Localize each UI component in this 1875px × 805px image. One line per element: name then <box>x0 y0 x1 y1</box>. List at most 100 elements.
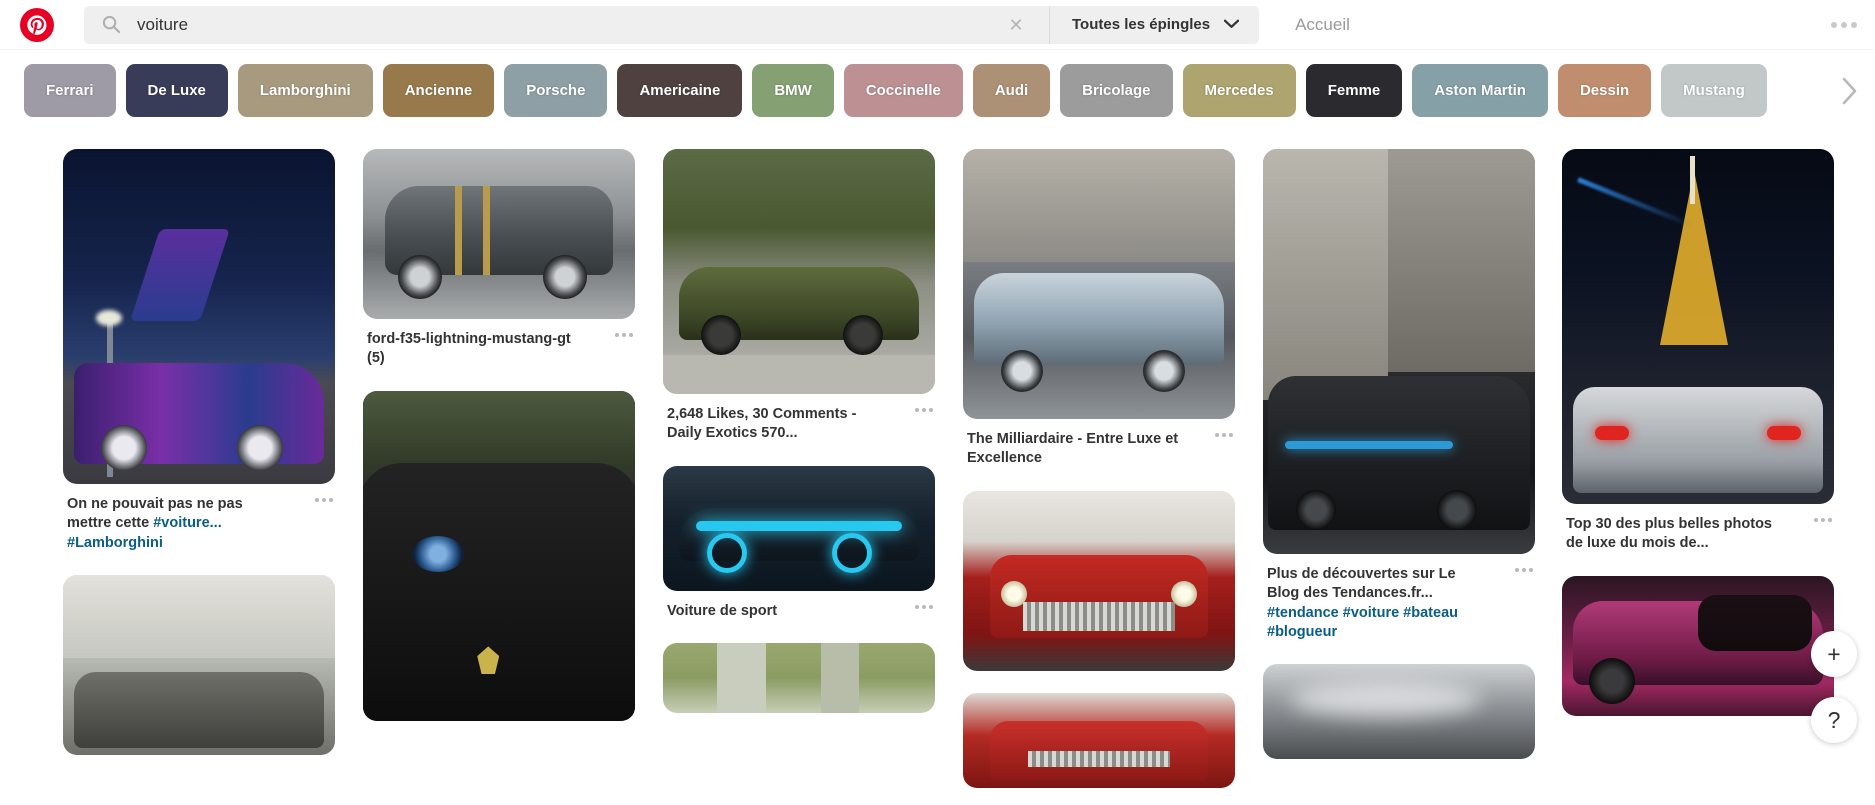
pin-image-galaxy-lamborghini[interactable] <box>63 149 335 484</box>
filter-chip-femme[interactable]: Femme <box>1305 64 1403 117</box>
pin-image-chrome-lamborghini-street[interactable] <box>963 149 1235 419</box>
pin-card[interactable] <box>363 390 635 721</box>
pin-caption-text[interactable]: Voiture de sport <box>667 602 889 621</box>
pin-overflow-icon[interactable] <box>1515 568 1533 572</box>
filter-chip-row[interactable]: Ferrari De Luxe Lamborghini Ancienne Porsche… <box>24 64 1767 117</box>
pin-card[interactable] <box>1263 664 1535 760</box>
filter-chip-mercedes[interactable]: Mercedes <box>1182 64 1296 117</box>
dot <box>915 604 919 609</box>
pin-caption: Top 30 des plus belles photos de luxe du… <box>1562 504 1834 554</box>
dot <box>1851 21 1857 28</box>
pin-image-ford-mustang-gt[interactable] <box>363 149 635 319</box>
pin-card[interactable] <box>963 692 1235 788</box>
pin-image-white-building-car[interactable] <box>63 574 335 755</box>
chevron-down-icon <box>1223 16 1240 33</box>
pin-image-aerial-street-view[interactable] <box>663 642 935 713</box>
filter-chip-porsche[interactable]: Porsche <box>504 64 608 117</box>
pin-image-red-classic-cadillac[interactable] <box>963 490 1235 671</box>
all-pins-dropdown[interactable]: Toutes les épingles <box>1049 5 1260 44</box>
pin-image-eiffel-tower-lamborghini[interactable] <box>1562 149 1834 504</box>
pin-overflow-icon[interactable] <box>1814 518 1832 522</box>
filter-chip-label: Porsche <box>526 82 586 99</box>
pin-column-6: Top 30 des plus belles photos de luxe du… <box>1562 149 1834 738</box>
pin-overflow-icon[interactable] <box>1215 433 1233 437</box>
dot <box>922 604 926 609</box>
pin-card[interactable] <box>963 490 1235 671</box>
filter-chip-label: Dessin <box>1579 82 1630 99</box>
clear-search-icon[interactable]: ✕ <box>1007 16 1025 34</box>
filter-chip-americaine[interactable]: Americaine <box>617 64 743 117</box>
pinterest-logo-icon[interactable] <box>20 7 54 42</box>
dot <box>1229 433 1233 437</box>
filter-chip-label: Mustang <box>1683 82 1745 99</box>
pin-caption-text[interactable]: Plus de découvertes sur Le Blog des Tend… <box>1267 565 1489 642</box>
pin-image-blue-neon-sports-car[interactable] <box>663 465 935 591</box>
pin-card[interactable] <box>1562 575 1834 716</box>
overflow-menu-icon[interactable] <box>1831 21 1857 28</box>
dot <box>929 604 933 609</box>
pin-caption: ford-f35-lightning-mustang-gt (5) <box>363 319 635 369</box>
pin-card[interactable]: The Milliardaire - Entre Luxe et Excelle… <box>963 149 1235 469</box>
pin-overflow-icon[interactable] <box>615 333 633 337</box>
pin-card[interactable] <box>663 642 935 713</box>
pin-caption-text[interactable]: The Milliardaire - Entre Luxe et Excelle… <box>967 430 1189 469</box>
chips-next-arrow-icon[interactable] <box>1829 64 1869 117</box>
all-pins-label: Toutes les épingles <box>1072 16 1211 33</box>
filter-chip-coccinelle[interactable]: Coccinelle <box>843 64 963 117</box>
pin-caption-text[interactable]: ford-f35-lightning-mustang-gt (5) <box>367 330 589 369</box>
pin-caption: 2,648 Likes, 30 Comments - Daily Exotics… <box>663 394 935 444</box>
search-box[interactable] <box>84 5 1049 44</box>
dot <box>629 333 633 337</box>
dot <box>622 333 626 337</box>
help-button[interactable]: ? <box>1811 697 1857 743</box>
pin-image-black-audi-r8-street[interactable] <box>1263 149 1535 554</box>
pin-overflow-icon[interactable] <box>915 604 933 609</box>
pin-caption-text[interactable]: On ne pouvait pas ne pas mettre cette #v… <box>67 495 289 553</box>
pin-caption-text[interactable]: Top 30 des plus belles photos de luxe du… <box>1566 515 1788 554</box>
pin-caption-hashtags[interactable]: #tendance #voiture #bateau #blogueur <box>1267 605 1458 640</box>
pin-image-pink-purple-lambo[interactable] <box>1562 575 1834 716</box>
filter-chip-label: Femme <box>1327 82 1381 99</box>
search-icon <box>102 15 121 34</box>
filter-chip-lamborghini[interactable]: Lamborghini <box>237 64 373 117</box>
create-pin-button[interactable]: + <box>1811 631 1857 677</box>
filter-chip-bmw[interactable]: BMW <box>752 64 834 117</box>
search-bar[interactable]: ✕ <box>84 5 1049 44</box>
pin-overflow-icon[interactable] <box>315 498 333 502</box>
filter-chip-mustang[interactable]: Mustang <box>1661 64 1767 117</box>
pin-caption: Voiture de sport <box>663 591 935 621</box>
pin-image-cloudy-sky[interactable] <box>1263 664 1535 760</box>
filter-chip-label: Mercedes <box>1204 82 1274 99</box>
pin-card[interactable]: ford-f35-lightning-mustang-gt (5) <box>363 149 635 369</box>
pin-card[interactable]: 2,648 Likes, 30 Comments - Daily Exotics… <box>663 149 935 444</box>
pin-overflow-icon[interactable] <box>915 408 933 412</box>
dot <box>929 408 933 412</box>
filter-chip-audi[interactable]: Audi <box>972 64 1051 117</box>
filter-chip-bricolage[interactable]: Bricolage <box>1060 64 1173 117</box>
filter-chip-ferrari[interactable]: Ferrari <box>24 64 116 117</box>
dot <box>1522 568 1526 572</box>
nav-home-link[interactable]: Accueil <box>1295 15 1350 35</box>
pin-caption-text[interactable]: 2,648 Likes, 30 Comments - Daily Exotics… <box>667 405 889 444</box>
dot <box>1821 518 1825 522</box>
top-header: ✕ Toutes les épingles Accueil <box>0 0 1875 50</box>
pin-caption-hashtags[interactable]: #voiture... #Lamborghini <box>67 515 222 550</box>
pin-image-red-classic-rear[interactable] <box>963 692 1235 788</box>
dot <box>1841 21 1847 28</box>
pin-card[interactable]: Plus de découvertes sur Le Blog des Tend… <box>1263 149 1535 642</box>
pin-card[interactable] <box>63 574 335 755</box>
filter-chip-aston-martin[interactable]: Aston Martin <box>1412 64 1548 117</box>
filter-chip-de-luxe[interactable]: De Luxe <box>125 64 228 117</box>
pin-column-5: Plus de découvertes sur Le Blog des Tend… <box>1263 149 1535 781</box>
pin-card[interactable]: Voiture de sport <box>663 465 935 621</box>
filter-chip-label: Ancienne <box>404 82 473 99</box>
pin-card[interactable]: Top 30 des plus belles photos de luxe du… <box>1562 149 1834 554</box>
pin-image-green-lamborghini-centenario[interactable] <box>663 149 935 394</box>
pin-card[interactable]: On ne pouvait pas ne pas mettre cette #v… <box>63 149 335 553</box>
filter-chip-ancienne[interactable]: Ancienne <box>382 64 495 117</box>
pin-image-black-ferrari[interactable] <box>363 390 635 721</box>
dot <box>1529 568 1533 572</box>
filter-chip-dessin[interactable]: Dessin <box>1557 64 1652 117</box>
pin-grid[interactable]: On ne pouvait pas ne pas mettre cette #v… <box>0 127 1875 805</box>
search-input[interactable] <box>137 9 957 40</box>
